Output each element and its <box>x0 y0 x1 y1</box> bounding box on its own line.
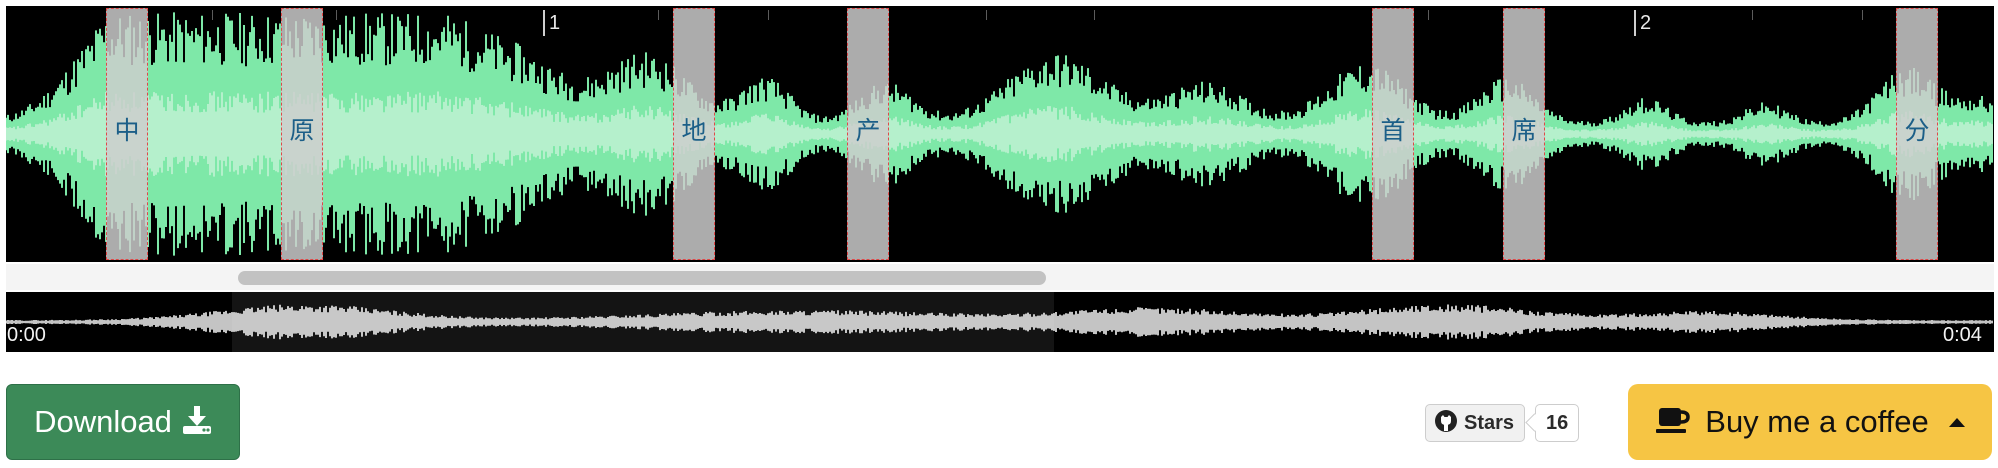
ruler-tick <box>658 10 659 20</box>
github-stars-button[interactable]: Stars <box>1425 404 1526 442</box>
segment-label: 席 <box>1511 116 1537 145</box>
scrollbar-thumb[interactable] <box>238 271 1046 285</box>
ruler-mark-label: 2 <box>1640 12 1652 34</box>
waveform-scrollbar[interactable] <box>6 264 1994 290</box>
end-time: 0:04 <box>1943 324 1982 346</box>
coffee-icon <box>1655 405 1691 440</box>
ruler-tick <box>1094 10 1095 20</box>
ruler-tick <box>1428 10 1429 20</box>
download-button[interactable]: Download <box>6 384 240 460</box>
ruler-tick <box>1752 10 1753 20</box>
ruler-tick <box>1862 10 1863 20</box>
caret-up-icon <box>1948 417 1965 427</box>
github-stars-widget: Stars 16 <box>1425 404 1580 442</box>
segment-label: 首 <box>1380 116 1406 145</box>
overview-minimap[interactable] <box>6 292 1994 352</box>
ruler-mark <box>1634 10 1636 36</box>
word-segment[interactable]: 产 <box>847 8 889 260</box>
word-segment[interactable]: 原 <box>281 8 323 260</box>
ruler-tick <box>212 10 213 20</box>
github-stars-count-wrapper: 16 <box>1525 404 1580 442</box>
ruler-tick <box>336 10 337 20</box>
ruler-mark <box>543 10 545 36</box>
word-segment[interactable]: 分 <box>1896 8 1938 260</box>
segment-label: 分 <box>1904 116 1930 145</box>
segment-label: 中 <box>114 116 140 145</box>
download-icon <box>182 405 212 440</box>
github-icon <box>1434 409 1458 438</box>
word-segment[interactable]: 中 <box>106 8 148 260</box>
waveform-panel[interactable]: 1 2 中 原 地 产 首 席 分 <box>6 6 1994 262</box>
buy-me-a-coffee-button[interactable]: Buy me a coffee <box>1628 384 1992 460</box>
download-label: Download <box>34 404 172 439</box>
ruler-tick <box>986 10 987 20</box>
ruler-mark-label: 1 <box>549 12 561 34</box>
start-time: 0:00 <box>7 324 46 346</box>
segment-label: 产 <box>855 116 881 145</box>
github-stars-label: Stars <box>1464 411 1515 434</box>
ruler-tick <box>768 10 769 20</box>
segment-label: 原 <box>289 116 315 145</box>
overview-viewport[interactable] <box>232 292 1054 352</box>
word-segment[interactable]: 首 <box>1372 8 1414 260</box>
segment-label: 地 <box>681 116 707 145</box>
word-segment[interactable]: 席 <box>1503 8 1545 260</box>
coffee-label: Buy me a coffee <box>1705 404 1929 439</box>
word-segment[interactable]: 地 <box>673 8 715 260</box>
